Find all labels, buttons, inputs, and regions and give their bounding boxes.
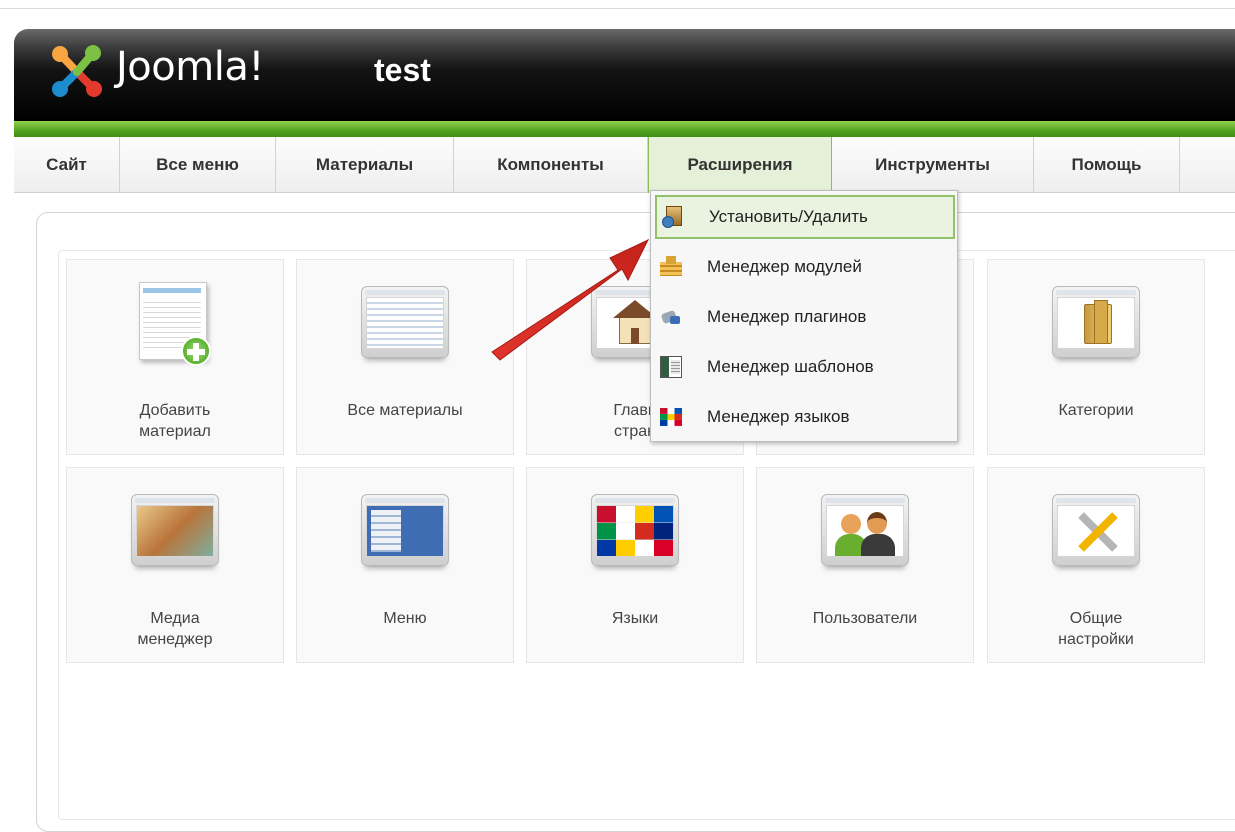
template-icon xyxy=(660,356,682,378)
menu-site[interactable]: Сайт xyxy=(14,137,120,193)
tile-label: Пользователи xyxy=(812,610,918,627)
plugin-icon xyxy=(660,306,682,328)
extensions-dropdown: Установить/Удалить Менеджер модулей Мене… xyxy=(650,190,958,442)
media-icon xyxy=(131,494,219,566)
top-divider xyxy=(0,8,1235,9)
settings-tools-icon xyxy=(1052,494,1140,566)
header-green-stripe xyxy=(14,121,1235,137)
tile-label: Медиа менеджер xyxy=(137,610,213,648)
tile-all-articles[interactable]: Все материалы xyxy=(296,259,514,455)
users-icon xyxy=(821,494,909,566)
tile-label: Меню xyxy=(383,610,427,627)
joomla-wordmark: Joomla! xyxy=(116,44,264,90)
tile-label: Языки xyxy=(611,610,659,627)
menu-tools[interactable]: Инструменты xyxy=(832,137,1034,193)
tile-label: Все материалы xyxy=(347,402,463,419)
menu-all-menus[interactable]: Все меню xyxy=(120,137,276,193)
languages-icon xyxy=(591,494,679,566)
menu-icon xyxy=(361,494,449,566)
category-folder-icon xyxy=(1052,286,1140,358)
tile-media-manager[interactable]: Медиа менеджер xyxy=(66,467,284,663)
dropdown-item-languages[interactable]: Менеджер языков xyxy=(655,395,955,439)
menu-extensions[interactable]: Расширения xyxy=(648,137,832,193)
language-flags-icon xyxy=(660,406,682,428)
tile-global-configuration[interactable]: Общие настройки xyxy=(987,467,1205,663)
tile-languages[interactable]: Языки xyxy=(526,467,744,663)
add-article-icon xyxy=(131,282,219,366)
site-name[interactable]: test xyxy=(374,52,431,89)
menu-help[interactable]: Помощь xyxy=(1034,137,1180,193)
menu-components[interactable]: Компоненты xyxy=(454,137,648,193)
tile-label: Категории xyxy=(1058,402,1134,419)
tile-label: Добавить материал xyxy=(139,402,211,440)
tile-categories[interactable]: Категории xyxy=(987,259,1205,455)
menu-articles[interactable]: Материалы xyxy=(276,137,454,193)
dropdown-item-templates[interactable]: Менеджер шаблонов xyxy=(655,345,955,389)
dropdown-item-plugins[interactable]: Менеджер плагинов xyxy=(655,295,955,339)
joomla-logo-icon xyxy=(52,45,102,97)
main-menu-bar: Сайт Все меню Материалы Компоненты Расши… xyxy=(14,137,1235,193)
module-icon xyxy=(660,256,682,278)
articles-icon xyxy=(361,286,449,358)
install-icon xyxy=(662,206,684,228)
dropdown-item-modules[interactable]: Менеджер модулей xyxy=(655,245,955,289)
tile-add-article[interactable]: Добавить материал xyxy=(66,259,284,455)
tile-users[interactable]: Пользователи xyxy=(756,467,974,663)
tile-label: Общие настройки xyxy=(1058,610,1134,648)
tile-menu[interactable]: Меню xyxy=(296,467,514,663)
dropdown-item-install[interactable]: Установить/Удалить xyxy=(655,195,955,239)
